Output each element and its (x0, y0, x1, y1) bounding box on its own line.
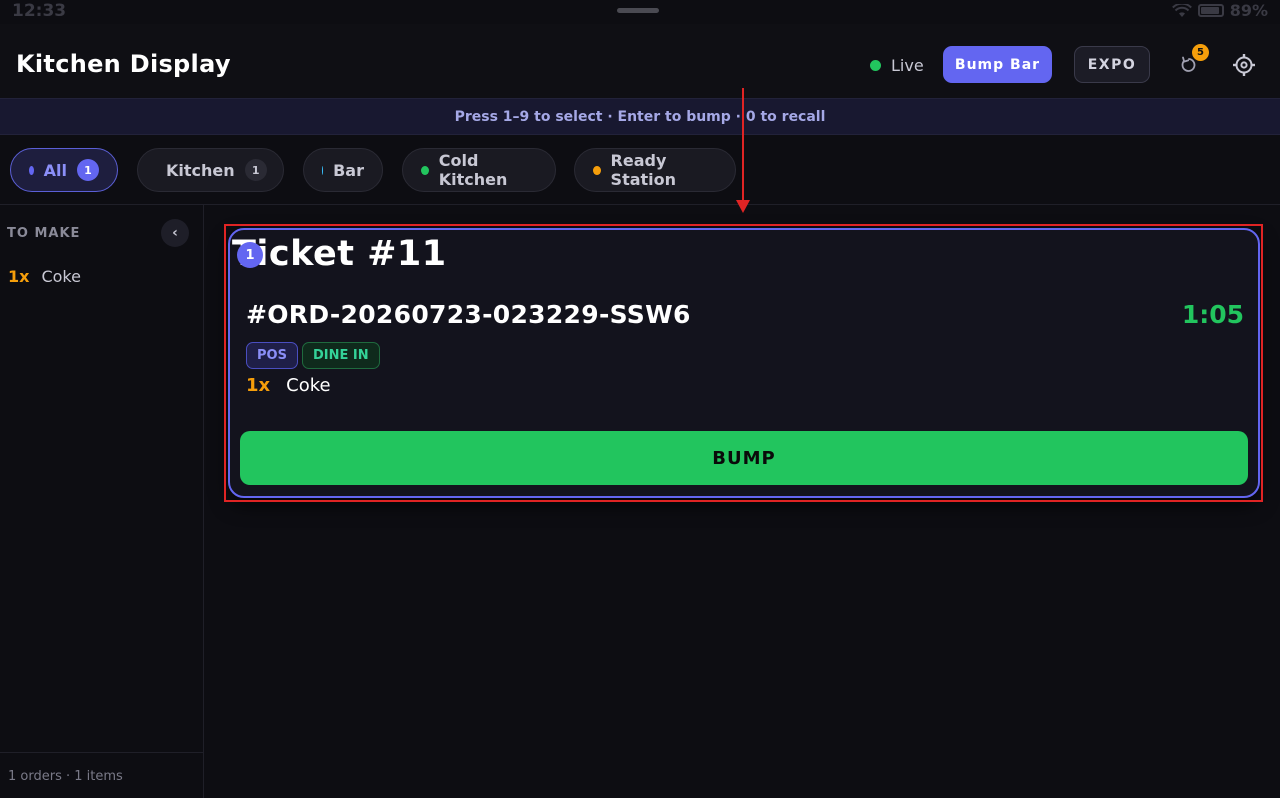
status-bar: 12:33 89% (0, 0, 1280, 24)
station-dot-icon (29, 165, 34, 175)
sidebar-footer: 1 orders · 1 items (0, 752, 203, 798)
filter-label: All (43, 160, 67, 180)
battery-icon (1197, 4, 1224, 17)
item-name: Coke (41, 267, 81, 286)
filter-chip-kitchen[interactable]: Kitchen 1 (137, 148, 284, 192)
sidebar-title: TO MAKE (7, 226, 81, 241)
order-id: #ORD-20260723-023229-SSW6 (246, 300, 691, 329)
live-dot-icon (870, 60, 881, 71)
to-make-sidebar: TO MAKE ‹ 1x Coke 1 orders · 1 items (0, 205, 204, 798)
filter-chip-ready-station[interactable]: Ready Station (574, 148, 736, 192)
bump-button[interactable]: BUMP (240, 431, 1248, 485)
battery-level: 89% (1229, 1, 1268, 20)
ticket-line-item: 1x Coke (246, 375, 331, 396)
drag-handle[interactable] (617, 8, 659, 13)
status-right: 89% (1171, 1, 1268, 20)
item-name: Coke (286, 375, 331, 396)
filter-count-badge: 1 (244, 159, 267, 181)
station-dot-icon (421, 165, 429, 175)
filter-chip-all[interactable]: All 1 (10, 148, 118, 192)
filter-label: Bar (333, 160, 364, 180)
filter-label: Ready Station (610, 151, 677, 189)
live-label: Live (891, 56, 924, 75)
keyboard-hint: Press 1–9 to select · Enter to bump · 0 … (0, 98, 1280, 135)
ticket-title: Ticket #11 (232, 234, 447, 274)
item-quantity: 1x (8, 267, 30, 286)
annotation-arrow (742, 88, 744, 204)
ticket-index-badge: 1 (237, 242, 263, 268)
bump-bar-button[interactable]: Bump Bar (943, 46, 1052, 83)
filter-chip-bar[interactable]: Bar (303, 148, 383, 192)
station-filter-bar: All 1 Kitchen 1 Bar Cold Kitchen Ready S… (0, 135, 1280, 205)
recall-count-badge: 5 (1192, 44, 1209, 61)
chevron-left-icon: ‹ (172, 225, 178, 241)
filter-chip-cold-kitchen[interactable]: Cold Kitchen (402, 148, 556, 192)
expo-button[interactable]: EXPO (1074, 46, 1150, 83)
arrow-head-icon (736, 200, 750, 213)
app-header: Kitchen Display Live Bump Bar EXPO 5 (0, 24, 1280, 98)
filter-count-badge: 1 (77, 159, 99, 181)
ticket-timer: 1:05 (1181, 300, 1244, 329)
ticket-card[interactable]: Ticket #11 1 #ORD-20260723-023229-SSW6 1… (228, 228, 1260, 498)
filter-label: Kitchen (166, 160, 235, 180)
source-tag: POS (246, 342, 298, 369)
order-summary: 1 orders · 1 items (8, 769, 123, 784)
order-type-tag: DINE IN (302, 342, 380, 369)
app-title: Kitchen Display (16, 50, 231, 78)
gear-icon[interactable] (1232, 53, 1256, 77)
live-indicator: Live (870, 56, 924, 75)
wifi-icon (1171, 3, 1192, 17)
collapse-sidebar-button[interactable]: ‹ (161, 219, 189, 247)
station-dot-icon (593, 165, 601, 175)
item-quantity: 1x (246, 375, 271, 396)
filter-label: Cold Kitchen (438, 151, 508, 189)
status-time: 12:33 (12, 1, 67, 21)
list-item: 1x Coke (8, 267, 81, 286)
station-dot-icon (322, 165, 324, 175)
